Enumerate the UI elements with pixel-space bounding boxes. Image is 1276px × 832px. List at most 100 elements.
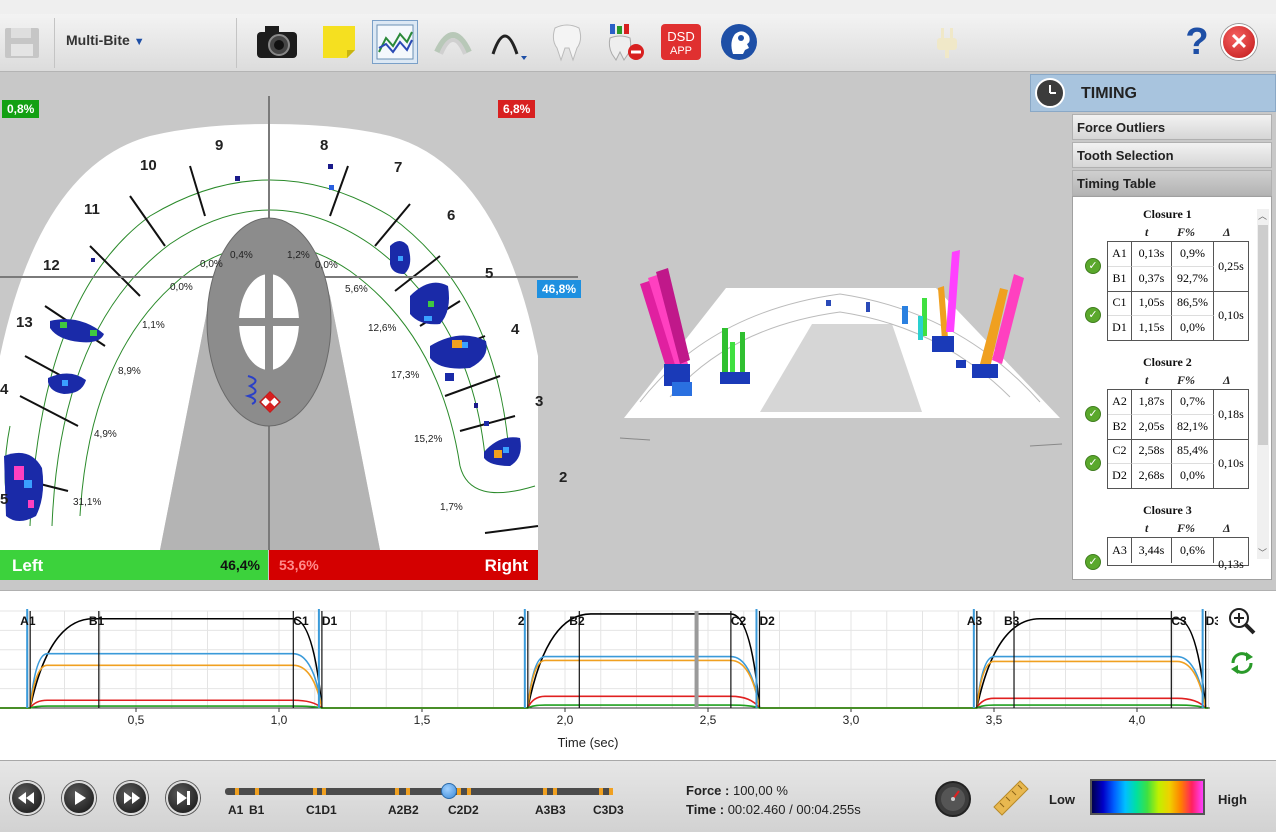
closure-title: Closure 1 — [1143, 207, 1192, 221]
check-icon[interactable]: ✓ — [1085, 553, 1101, 570]
quadrant-percent-badge: 6,8% — [498, 100, 536, 118]
tooth-number[interactable]: 13 — [16, 314, 33, 331]
section-force-outliers[interactable]: Force Outliers — [1072, 114, 1272, 140]
ruler-icon[interactable] — [990, 777, 1032, 824]
closure-cell-label: D2 — [1108, 463, 1132, 488]
tooth-number[interactable]: 7 — [394, 159, 402, 176]
timing-panel-header[interactable]: TIMING — [1030, 74, 1276, 112]
region-percent: 1,2% — [287, 250, 310, 261]
time-label: Time : — [686, 802, 725, 817]
timeline-tick — [599, 788, 603, 795]
tooth-number[interactable]: 8 — [320, 137, 328, 154]
tooth-number[interactable]: 5 — [0, 491, 8, 508]
playback-controls: A1 B1 C1D1 A2B2 C2D2 A3B3 C3D3 Force : 1… — [0, 760, 1276, 832]
tooth-number[interactable]: 6 — [447, 207, 455, 224]
mode-dropdown[interactable]: Multi-Bite ▼ — [66, 32, 145, 48]
x-tick-label: 2,0 — [557, 713, 574, 727]
tooth-number[interactable]: 10 — [140, 157, 157, 174]
timeline-chart-svg[interactable]: 0,5 1,0 1,5 2,0 2,5 3,0 3,5 4,0 Time (sec) A1 B1 C1… — [0, 591, 1218, 761]
refresh-icon[interactable] — [1228, 649, 1256, 682]
x-tick-label: 3,5 — [986, 713, 1003, 727]
closure-cell-t: 2,05s — [1132, 414, 1172, 439]
closure-title: Closure 2 — [1143, 355, 1192, 369]
timeline-label: A1 — [228, 803, 244, 817]
close-glyph: ✕ — [1221, 24, 1257, 60]
toolbar-separator — [236, 18, 237, 68]
tooth-number[interactable]: 2 — [559, 469, 567, 486]
tooth-number[interactable]: 4 — [0, 381, 9, 398]
closure-marker-label: A1 — [20, 614, 36, 628]
closure-marker-label: B2 — [569, 614, 585, 628]
arch-curve-icon[interactable] — [484, 20, 530, 64]
time-value: 00:02.460 / 00:04.255s — [727, 802, 861, 817]
check-icon[interactable]: ✓ — [1085, 405, 1101, 422]
tooth-icon[interactable] — [544, 20, 590, 64]
rewind-button[interactable] — [10, 781, 44, 815]
zoom-in-icon[interactable] — [1228, 607, 1256, 640]
check-icon[interactable]: ✓ — [1085, 454, 1101, 471]
closure-marker-label: C2 — [731, 614, 747, 628]
left-right-balance-bar: Left 46,4% 53,6% Right — [0, 550, 538, 580]
timing-table-scrollbar[interactable]: ︿ ﹀ — [1257, 209, 1269, 559]
graph-icon[interactable] — [372, 20, 418, 64]
head-icon[interactable] — [716, 20, 762, 64]
arch-force-map[interactable]: 9 8 10 7 11 6 12 5 13 4 4 3 5 2 0,4% 1,2… — [0, 96, 580, 556]
scrollbar-thumb[interactable] — [1258, 225, 1268, 445]
save-icon[interactable] — [0, 20, 46, 64]
closure-cell-f: 92,7% — [1172, 266, 1214, 291]
force-timeline-chart[interactable]: 0,5 1,0 1,5 2,0 2,5 3,0 3,5 4,0 Time (sec) A1 B1 C1… — [0, 590, 1276, 761]
close-icon[interactable]: ✕ — [1216, 20, 1262, 64]
timeline-tick — [467, 788, 471, 795]
closure-delta: 0,25s — [1218, 259, 1244, 273]
tooth-number[interactable]: 11 — [84, 201, 100, 218]
note-icon[interactable] — [316, 20, 362, 64]
clock-icon — [1035, 78, 1065, 108]
fast-forward-button[interactable] — [114, 781, 148, 815]
check-icon[interactable]: ✓ — [1085, 306, 1101, 323]
force-3d-view[interactable] — [600, 232, 1070, 462]
force-time-readout: Force : 100,00 % Time : 00:02.460 / 00:0… — [686, 781, 861, 819]
scroll-up-icon[interactable]: ︿ — [1258, 209, 1267, 222]
x-tick-label: 1,0 — [271, 713, 288, 727]
closure-cell-f: 0,9% — [1172, 242, 1214, 267]
arch-overlay-icon[interactable] — [430, 20, 476, 64]
closure-cell-t: 1,15s — [1132, 315, 1172, 340]
x-tick-label: 1,5 — [414, 713, 431, 727]
timeline-slider[interactable] — [225, 788, 613, 795]
section-tooth-selection[interactable]: Tooth Selection — [1072, 142, 1272, 168]
closure-cell-f: 0,0% — [1172, 315, 1214, 340]
tooth-number[interactable]: 5 — [485, 265, 493, 282]
tooth-number[interactable]: 12 — [43, 257, 60, 274]
plug-icon[interactable] — [924, 20, 970, 64]
tooth-remove-icon[interactable] — [602, 20, 648, 64]
region-percent: 15,2% — [414, 434, 442, 445]
force-color-scale — [1090, 779, 1205, 815]
play-button[interactable] — [62, 781, 96, 815]
timing-table[interactable]: Closure 1 t F% Δ ✓ ✓ A1 0,13s 0,9% B1 0,37s 92,7% C1… — [1072, 196, 1272, 580]
scroll-down-icon[interactable]: ﹀ — [1258, 546, 1267, 559]
check-icon[interactable]: ✓ — [1085, 257, 1101, 274]
region-percent: 17,3% — [391, 370, 419, 381]
tooth-number[interactable]: 3 — [535, 393, 543, 410]
camera-icon[interactable] — [254, 20, 300, 64]
tooth-number[interactable]: 9 — [215, 137, 223, 154]
skip-to-end-button[interactable] — [166, 781, 200, 815]
closure-cell-label: A1 — [1108, 242, 1132, 267]
region-percent: 5,6% — [345, 284, 368, 295]
closure-table: A3 3,44s 0,6% 0,13s — [1107, 537, 1249, 571]
section-timing-table[interactable]: Timing Table — [1072, 170, 1272, 196]
region-percent: 1,7% — [440, 502, 463, 513]
closure-block: Closure 2 t F% Δ ✓ ✓ A2 1,87s 0,7% B2 2,05s 82,1% C2… — [1073, 355, 1257, 503]
timeline-tick — [457, 788, 461, 795]
gauge-icon[interactable] — [934, 780, 972, 823]
timing-panel: TIMING Force Outliers Tooth Selection Ti… — [1030, 72, 1276, 590]
timeline-slider-knob[interactable] — [441, 783, 457, 799]
region-percent: 0,0% — [315, 260, 338, 271]
region-percent: 0,0% — [170, 282, 193, 293]
help-icon[interactable]: ? — [1174, 20, 1220, 64]
x-tick-label: 3,0 — [843, 713, 860, 727]
tooth-number[interactable]: 4 — [511, 321, 520, 338]
dsd-app-icon[interactable]: DSD APP — [658, 20, 704, 64]
column-header: F% — [1177, 521, 1195, 535]
left-label: Left — [12, 556, 44, 575]
